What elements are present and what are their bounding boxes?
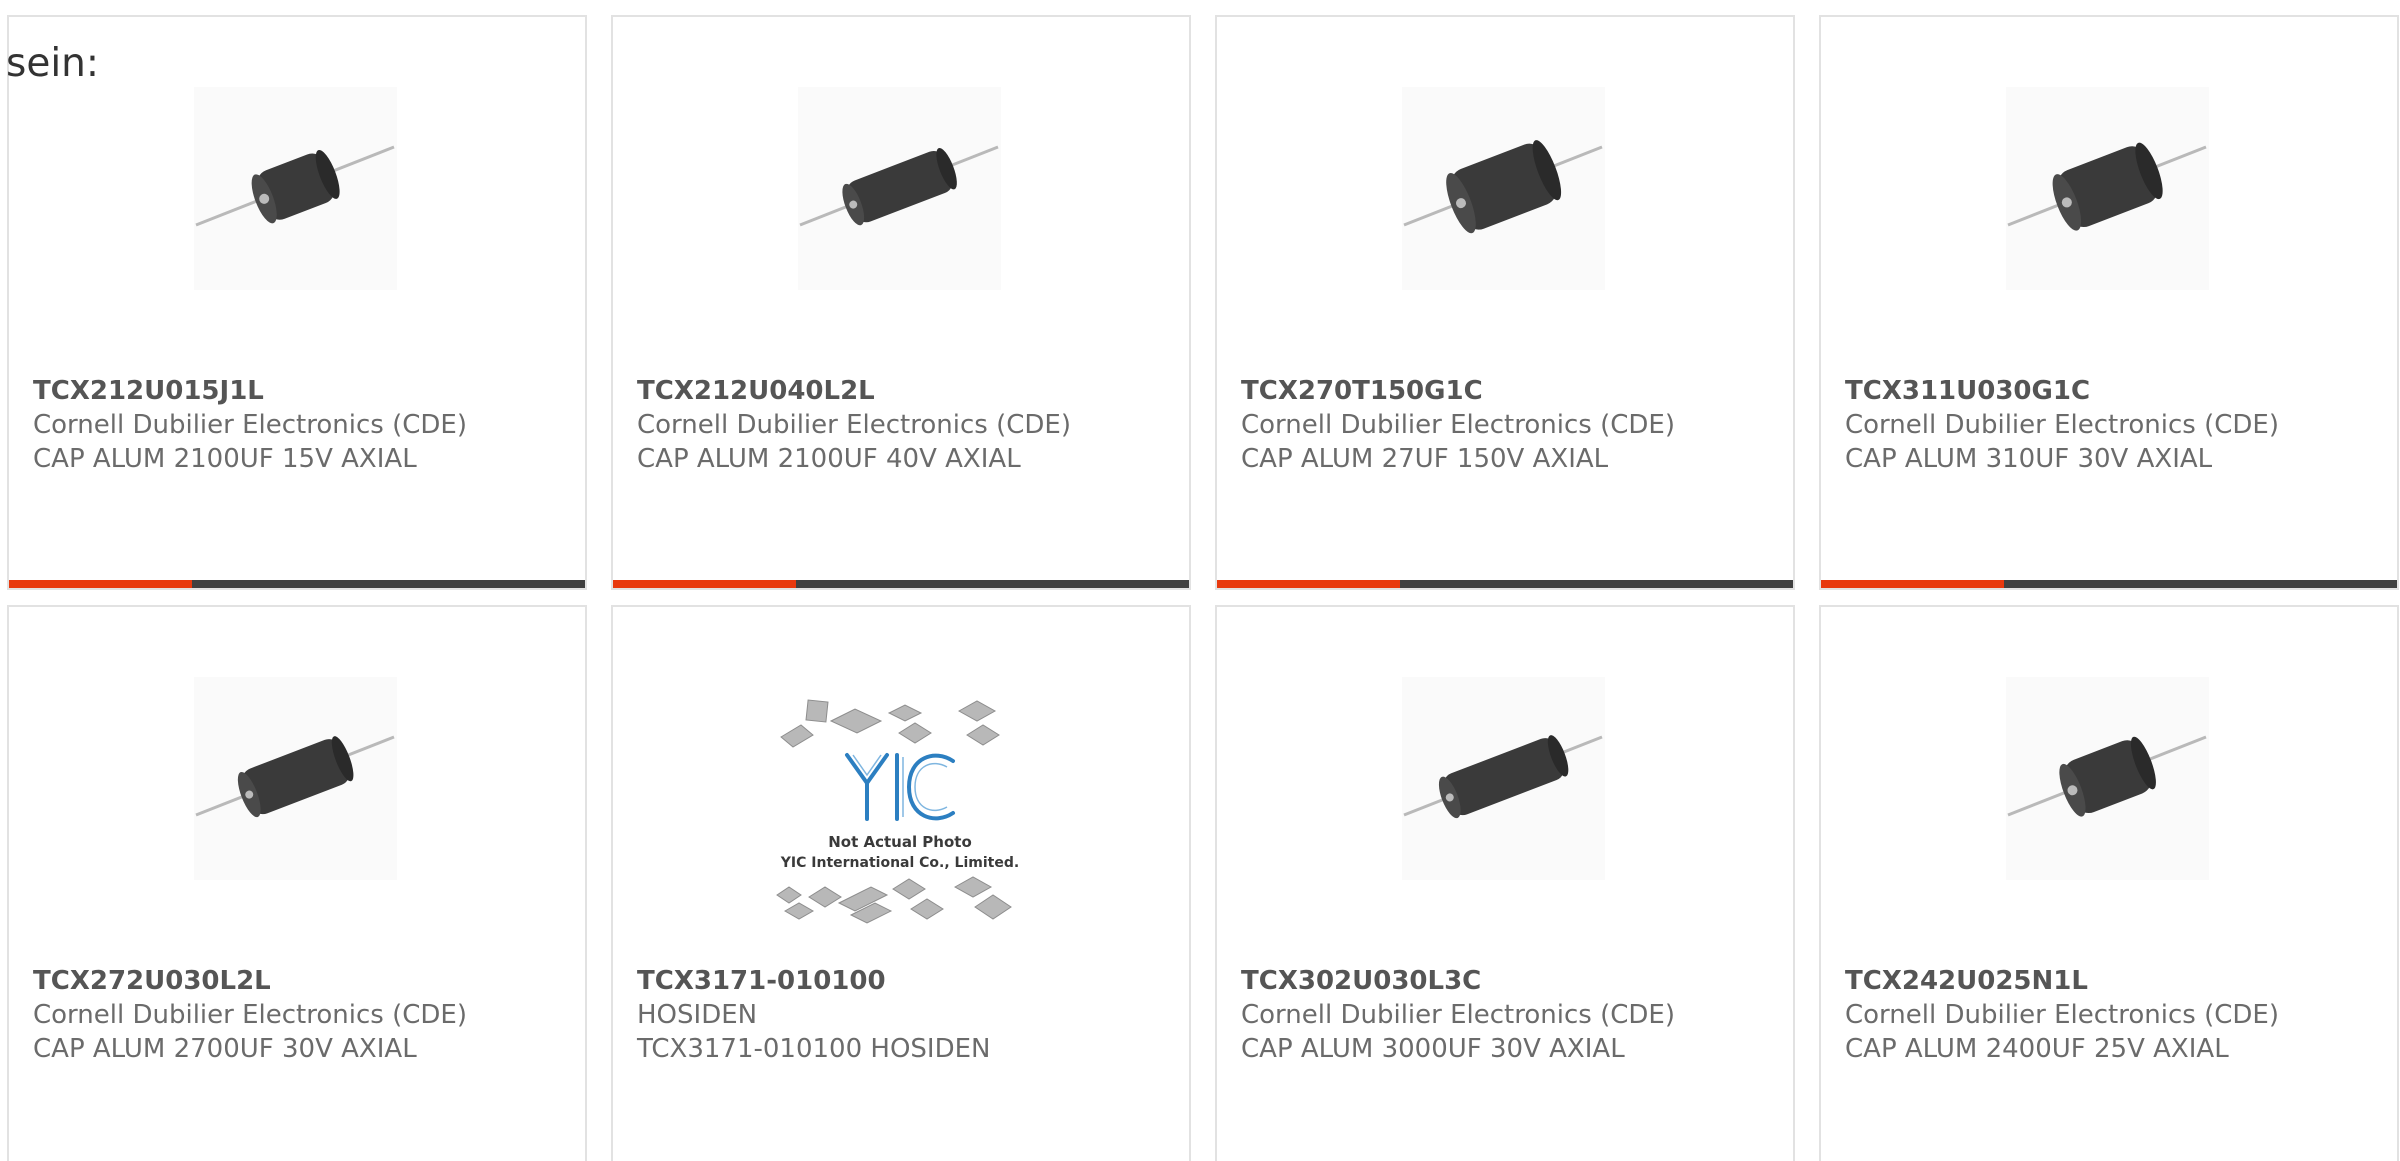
description: CAP ALUM 2100UF 15V AXIAL	[33, 444, 417, 474]
product-card[interactable]: TCX272U030L2L Cornell Dubilier Electroni…	[7, 605, 587, 1161]
card-footer-bar	[9, 580, 585, 588]
axial-capacitor-icon[interactable]	[2006, 87, 2209, 290]
description: CAP ALUM 310UF 30V AXIAL	[1845, 444, 2213, 474]
part-number-link[interactable]: TCX3171-010100	[637, 964, 1179, 998]
description: CAP ALUM 2700UF 30V AXIAL	[33, 1034, 417, 1064]
card-accent-bar	[1217, 580, 1400, 588]
product-info: TCX3171-010100 HOSIDEN TCX3171-010100 HO…	[637, 964, 1179, 1066]
product-card[interactable]: Not Actual Photo YIC International Co., …	[611, 605, 1191, 1161]
part-number-link[interactable]: TCX302U030L3C	[1241, 964, 1783, 998]
axial-capacitor-icon[interactable]	[194, 87, 397, 290]
product-card[interactable]: TCX242U025N1L Cornell Dubilier Electroni…	[1819, 605, 2399, 1161]
product-info: TCX302U030L3C Cornell Dubilier Electroni…	[1241, 964, 1783, 1066]
product-card[interactable]: TCX270T150G1C Cornell Dubilier Electroni…	[1215, 15, 1795, 590]
part-number-link[interactable]: TCX311U030G1C	[1845, 374, 2387, 408]
part-number-link[interactable]: TCX242U025N1L	[1845, 964, 2387, 998]
manufacturer: Cornell Dubilier Electronics (CDE)	[1241, 410, 1675, 440]
product-card[interactable]: TCX212U015J1L Cornell Dubilier Electroni…	[7, 15, 587, 590]
product-grid-page: sein: TCX212U015J1L Cornell Dubilier Ele…	[0, 0, 2400, 1161]
manufacturer: Cornell Dubilier Electronics (CDE)	[637, 410, 1071, 440]
part-number-link[interactable]: TCX212U015J1L	[33, 374, 575, 408]
axial-capacitor-icon[interactable]	[2006, 677, 2209, 880]
manufacturer: Cornell Dubilier Electronics (CDE)	[33, 410, 467, 440]
part-number-link[interactable]: TCX270T150G1C	[1241, 374, 1783, 408]
manufacturer: Cornell Dubilier Electronics (CDE)	[1845, 1000, 2279, 1030]
product-info: TCX212U040L2L Cornell Dubilier Electroni…	[637, 374, 1179, 476]
description: CAP ALUM 2100UF 40V AXIAL	[637, 444, 1021, 474]
product-card[interactable]: TCX311U030G1C Cornell Dubilier Electroni…	[1819, 15, 2399, 590]
card-footer-bar	[613, 580, 1189, 588]
manufacturer: Cornell Dubilier Electronics (CDE)	[33, 1000, 467, 1030]
card-footer-bar	[1821, 580, 2397, 588]
card-footer-bar	[1217, 580, 1793, 588]
product-info: TCX311U030G1C Cornell Dubilier Electroni…	[1845, 374, 2387, 476]
product-info: TCX242U025N1L Cornell Dubilier Electroni…	[1845, 964, 2387, 1066]
product-info: TCX270T150G1C Cornell Dubilier Electroni…	[1241, 374, 1783, 476]
axial-capacitor-icon[interactable]	[194, 677, 397, 880]
description: CAP ALUM 2400UF 25V AXIAL	[1845, 1034, 2229, 1064]
axial-capacitor-icon[interactable]	[1402, 87, 1605, 290]
axial-capacitor-icon[interactable]	[1402, 677, 1605, 880]
part-number-link[interactable]: TCX272U030L2L	[33, 964, 575, 998]
product-info: TCX272U030L2L Cornell Dubilier Electroni…	[33, 964, 575, 1066]
description: CAP ALUM 27UF 150V AXIAL	[1241, 444, 1609, 474]
axial-capacitor-icon[interactable]	[798, 87, 1001, 290]
manufacturer: Cornell Dubilier Electronics (CDE)	[1845, 410, 2279, 440]
placeholder-line-2: YIC International Co., Limited.	[780, 855, 1019, 871]
product-card[interactable]: TCX212U040L2L Cornell Dubilier Electroni…	[611, 15, 1191, 590]
card-accent-bar	[1821, 580, 2004, 588]
description: CAP ALUM 3000UF 30V AXIAL	[1241, 1034, 1625, 1064]
manufacturer: Cornell Dubilier Electronics (CDE)	[1241, 1000, 1675, 1030]
intro-text: sein:	[6, 41, 100, 86]
card-accent-bar	[9, 580, 192, 588]
card-accent-bar	[613, 580, 796, 588]
description: TCX3171-010100 HOSIDEN	[637, 1034, 991, 1064]
product-card[interactable]: TCX302U030L3C Cornell Dubilier Electroni…	[1215, 605, 1795, 1161]
part-number-link[interactable]: TCX212U040L2L	[637, 374, 1179, 408]
not-actual-photo-placeholder[interactable]: Not Actual Photo YIC International Co., …	[763, 697, 1038, 937]
placeholder-line-1: Not Actual Photo	[828, 833, 972, 851]
manufacturer: HOSIDEN	[637, 1000, 758, 1030]
product-info: TCX212U015J1L Cornell Dubilier Electroni…	[33, 374, 575, 476]
